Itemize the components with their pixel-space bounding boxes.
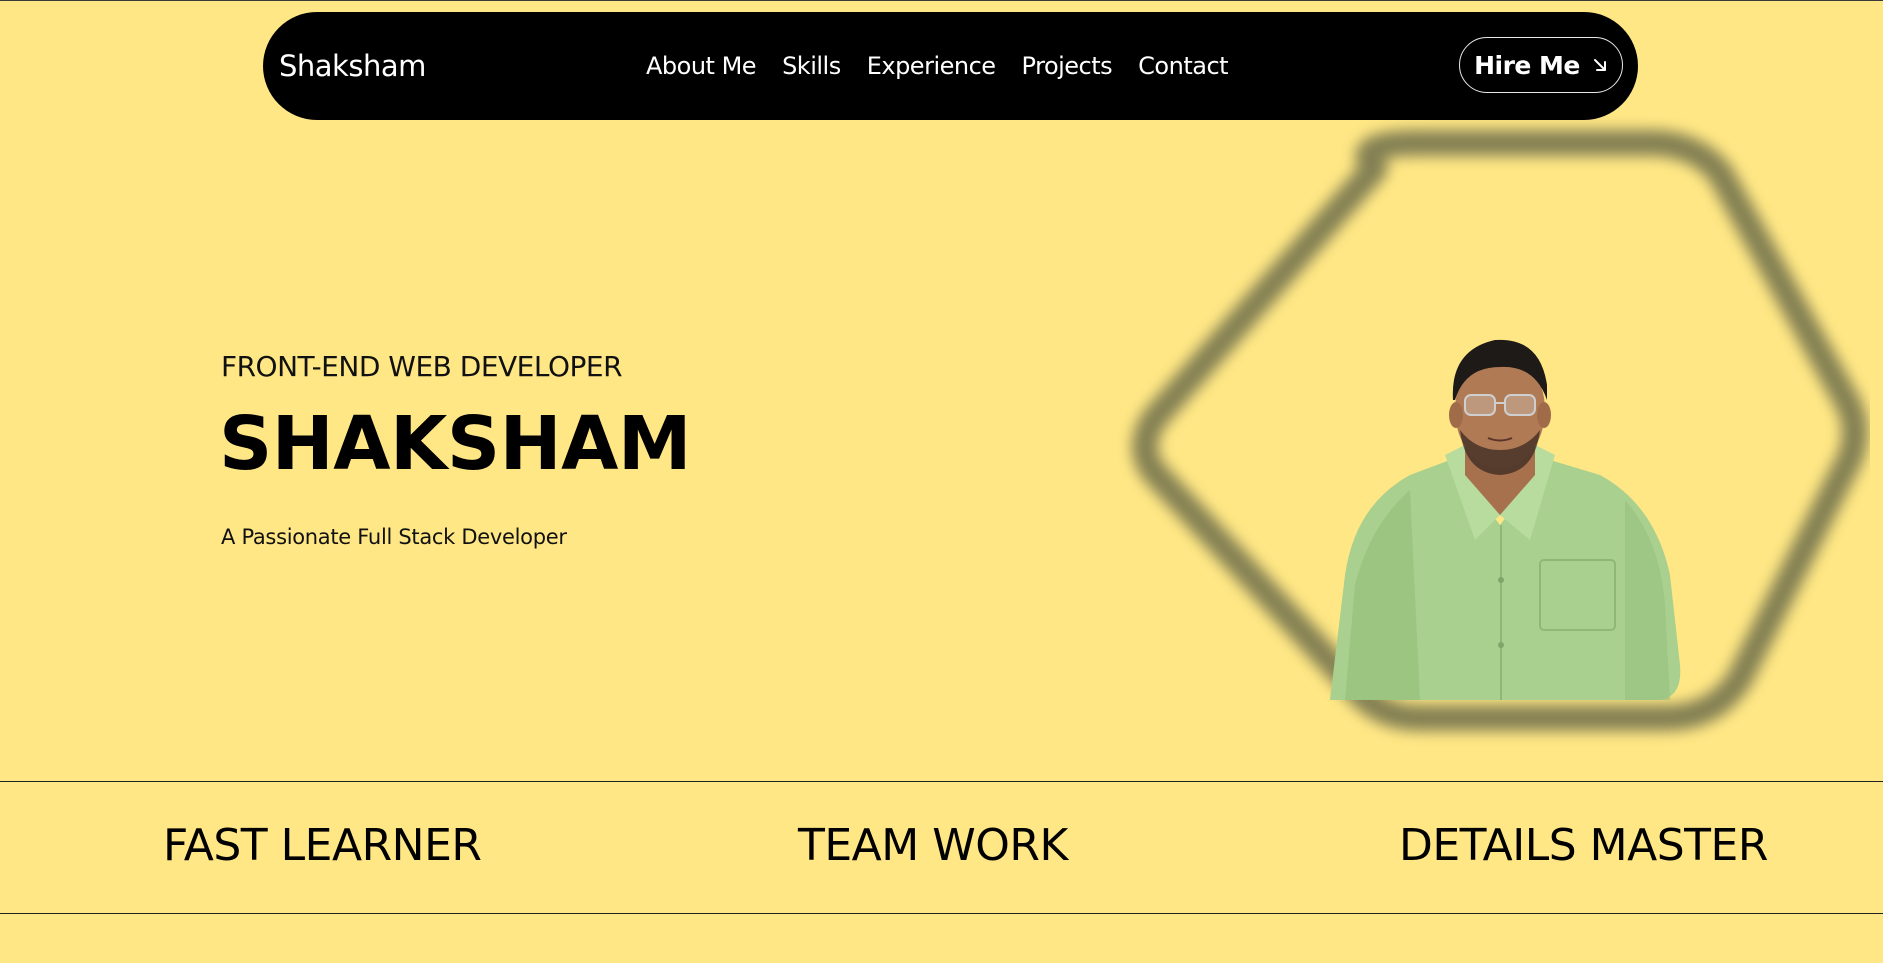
arrow-down-right-icon [1593, 59, 1606, 71]
hero-tagline: A Passionate Full Stack Developer [221, 525, 567, 549]
hire-me-button[interactable]: Hire Me [1459, 37, 1623, 93]
hero-name: SHAKSHAM [219, 401, 691, 487]
feature-team-work: TEAM WORK [798, 820, 1068, 871]
nav-link-experience[interactable]: Experience [867, 52, 996, 80]
feature-details-master: DETAILS MASTER [1399, 820, 1768, 871]
strip-bottom-divider [0, 913, 1883, 914]
nav-link-skills[interactable]: Skills [782, 52, 841, 80]
nav-link-projects[interactable]: Projects [1022, 52, 1113, 80]
brand-logo[interactable]: Shaksham [279, 12, 426, 120]
hero-role: FRONT-END WEB DEVELOPER [221, 350, 623, 383]
feature-fast-learner: FAST LEARNER [163, 820, 482, 871]
navbar: Shaksham About Me Skills Experience Proj… [263, 12, 1638, 120]
profile-portrait [1330, 339, 1681, 700]
top-border [0, 0, 1883, 1]
nav-links: About Me Skills Experience Projects Cont… [646, 12, 1254, 120]
hire-me-label: Hire Me [1474, 50, 1580, 80]
nav-link-about-me[interactable]: About Me [646, 52, 757, 80]
nav-link-contact[interactable]: Contact [1138, 52, 1228, 80]
strip-top-divider [0, 781, 1883, 782]
